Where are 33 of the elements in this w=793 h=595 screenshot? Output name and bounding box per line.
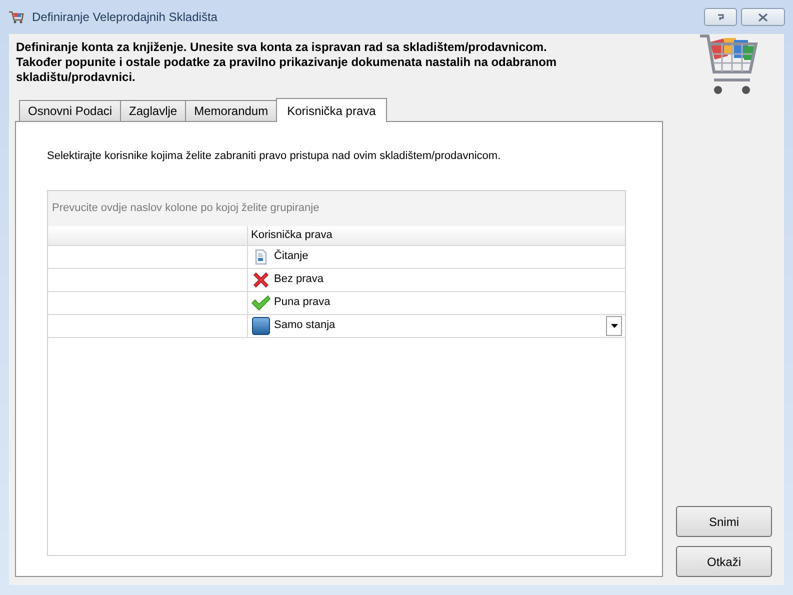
table-row[interactable]: Puna prava xyxy=(48,292,625,314)
checkmark-icon xyxy=(251,294,271,310)
permission-label: Čitanje xyxy=(274,248,308,264)
group-hint: Prevucite ovdje naslov kolone po kojoj želite grupiranje xyxy=(52,200,320,216)
caret-icon xyxy=(610,324,618,328)
square-icon xyxy=(252,316,270,334)
help-icon xyxy=(716,12,725,22)
tab[interactable]: Zaglavlje xyxy=(120,100,186,121)
permission-label: Puna prava xyxy=(274,295,330,310)
tab[interactable]: Korisnička prava xyxy=(276,98,387,122)
tab[interactable]: Osnovni Podaci xyxy=(19,100,122,121)
dialog-button[interactable]: Otkaži xyxy=(676,546,772,577)
close-button[interactable] xyxy=(741,8,785,26)
permission-label: Samo stanja xyxy=(274,318,336,334)
close-icon xyxy=(758,12,768,22)
permission-label: Bez prava xyxy=(274,272,324,288)
dropdown-button[interactable] xyxy=(606,316,622,336)
table-cell[interactable]: Samo stanja xyxy=(248,314,625,336)
table-cell[interactable]: Puna prava xyxy=(248,292,625,314)
dialog-button[interactable]: Snimi xyxy=(676,506,772,537)
table-cell[interactable]: Čitanje xyxy=(248,246,625,268)
document-icon xyxy=(254,248,268,264)
table-row[interactable]: Samo stanja xyxy=(48,314,625,338)
window-title: Definiranje Veleprodajnih Skladišta xyxy=(32,9,218,26)
cart-icon xyxy=(8,9,24,25)
table-row[interactable]: Čitanje xyxy=(48,246,625,268)
table-cell[interactable]: Bez prava xyxy=(248,268,625,290)
table-row[interactable]: Bez prava xyxy=(48,268,625,292)
tab[interactable]: Memorandum xyxy=(185,100,278,121)
help-button[interactable] xyxy=(704,8,737,26)
instruction-text: Selektirajte korisnike kojima želite zabraniti pravo pristupa nad ovim skladištem/prodavnicom. xyxy=(47,149,502,164)
header-description: Definiranje konta za knjiženje. Unesite sva konta za ispravan rad sa skladištem/prodavnicom. Također popunite i ostale podatke za pravilno prikazivanje dokumenata nastalih na odabranom skladištu/prodavnici. xyxy=(16,40,558,85)
cross-icon xyxy=(251,270,271,290)
